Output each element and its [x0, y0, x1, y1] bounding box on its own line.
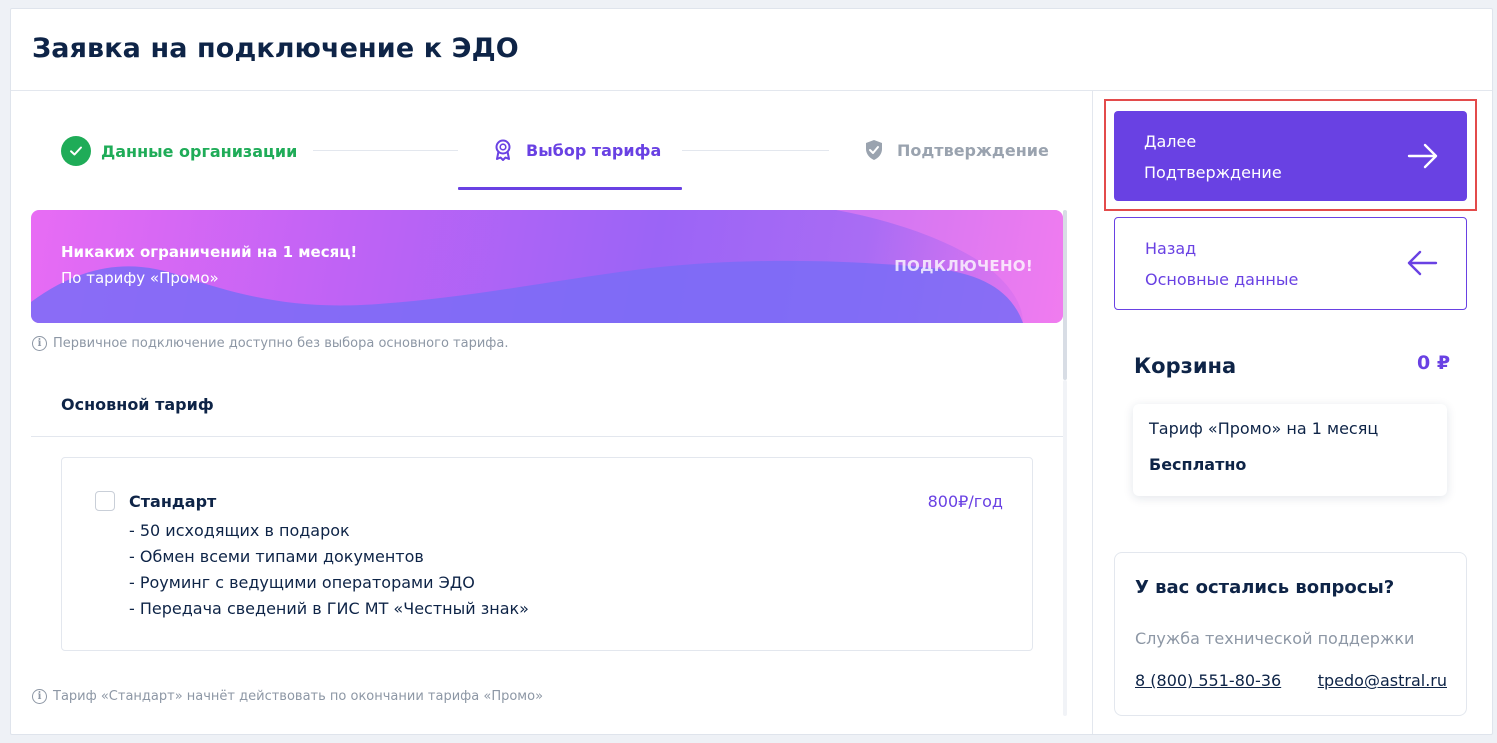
- next-button[interactable]: Далее Подтверждение: [1114, 111, 1467, 201]
- info-standard-note: i Тариф «Стандарт» начнёт действовать по…: [32, 689, 543, 704]
- support-email-link[interactable]: tpedo@astral.ru: [1318, 671, 1447, 690]
- tariff-features: - 50 исходящих в подарок - Обмен всеми т…: [129, 518, 529, 622]
- cart-item: Тариф «Промо» на 1 месяц Бесплатно: [1133, 404, 1447, 496]
- tariff-option-standard[interactable]: Стандарт 800₽/год - 50 исходящих в подар…: [61, 457, 1033, 651]
- back-button-target: Основные данные: [1145, 270, 1299, 289]
- step-confirmation[interactable]: Подтверждение: [861, 135, 1049, 165]
- scrollbar-track[interactable]: [1063, 380, 1067, 716]
- tariff-price: 800₽/год: [927, 492, 1003, 511]
- promo-title: Никаких ограничений на 1 месяц!: [61, 243, 358, 261]
- help-subtitle: Служба технической поддержки: [1135, 629, 1415, 648]
- tariff-checkbox[interactable]: [95, 491, 115, 511]
- active-step-underline: [458, 187, 682, 190]
- section-divider: [31, 436, 1064, 437]
- sidebar-divider: [1092, 91, 1093, 734]
- step-connector: [313, 150, 458, 151]
- cart-item-name: Тариф «Промо» на 1 месяц: [1149, 419, 1379, 438]
- tariff-feature: - 50 исходящих в подарок: [129, 521, 350, 540]
- step-label: Данные организации: [101, 141, 298, 161]
- tariff-name: Стандарт: [129, 492, 217, 511]
- promo-banner: Никаких ограничений на 1 месяц! По тариф…: [31, 210, 1063, 323]
- main-tariff-title: Основной тариф: [61, 395, 214, 414]
- step-connector: [682, 150, 829, 151]
- cart-title: Корзина: [1134, 354, 1237, 378]
- info-text: Первичное подключение доступно без выбор…: [53, 336, 509, 351]
- application-card: Заявка на подключение к ЭДО Данные орган…: [10, 8, 1493, 735]
- help-block: У вас остались вопросы? Служба техническ…: [1114, 552, 1467, 716]
- help-title: У вас остались вопросы?: [1135, 577, 1395, 598]
- cart-total: 0 ₽: [1417, 352, 1451, 374]
- back-button[interactable]: Назад Основные данные: [1114, 217, 1467, 310]
- next-button-label: Далее: [1144, 132, 1197, 151]
- tariff-feature: - Передача сведений в ГИС МТ «Честный зн…: [129, 599, 529, 618]
- support-phone-link[interactable]: 8 (800) 551-80-36: [1135, 671, 1281, 690]
- promo-subtitle: По тарифу «Промо»: [61, 269, 219, 287]
- award-ribbon-icon: [490, 135, 516, 165]
- info-text: Тариф «Стандарт» начнёт действовать по о…: [53, 689, 544, 704]
- tariff-feature: - Роуминг с ведущими операторами ЭДО: [129, 573, 475, 592]
- info-icon: i: [32, 336, 47, 351]
- step-label: Подтверждение: [897, 140, 1049, 160]
- info-initial-connection: i Первичное подключение доступно без выб…: [32, 336, 509, 351]
- scrollbar-thumb[interactable]: [1063, 210, 1067, 380]
- back-button-label: Назад: [1145, 239, 1197, 258]
- page-title: Заявка на подключение к ЭДО: [32, 33, 519, 64]
- info-icon: i: [32, 689, 47, 704]
- title-divider: [11, 90, 1492, 91]
- step-organization-data[interactable]: Данные организации: [61, 136, 297, 166]
- check-circle-icon: [61, 136, 91, 166]
- step-tariff-choice[interactable]: Выбор тарифа: [490, 135, 661, 165]
- next-button-target: Подтверждение: [1144, 163, 1282, 182]
- step-label: Выбор тарифа: [526, 140, 662, 160]
- shield-check-icon: [861, 135, 887, 165]
- arrow-right-icon: [1407, 143, 1438, 169]
- promo-status: ПОДКЛЮЧЕНО!: [894, 257, 1033, 275]
- cart-item-price: Бесплатно: [1149, 455, 1247, 474]
- arrow-left-icon: [1407, 250, 1438, 276]
- tariff-feature: - Обмен всеми типами документов: [129, 547, 424, 566]
